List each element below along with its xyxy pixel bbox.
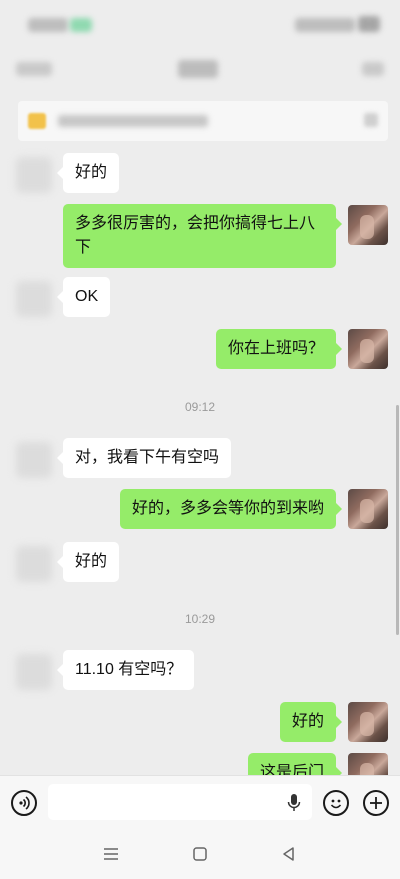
user-avatar[interactable]	[348, 329, 388, 369]
close-icon[interactable]	[364, 113, 378, 127]
message-bubble-incoming[interactable]: OK	[56, 277, 111, 317]
user-avatar[interactable]	[348, 489, 388, 529]
status-bar	[0, 0, 400, 50]
notice-icon	[28, 113, 46, 129]
menu-icon[interactable]	[101, 844, 121, 864]
user-avatar[interactable]	[348, 702, 388, 742]
contact-avatar[interactable]	[16, 654, 52, 690]
contact-avatar[interactable]	[16, 546, 52, 582]
chat-area[interactable]: 好的 多多很厉害的，会把你搞得七上八下 OK 你在上班吗？ 09:12 对，我看…	[0, 145, 400, 775]
chat-header	[0, 50, 400, 90]
timestamp: 10:29	[184, 612, 216, 626]
message-bubble-incoming[interactable]: 好的	[56, 542, 120, 582]
contact-avatar[interactable]	[16, 281, 52, 317]
back-icon[interactable]	[279, 844, 299, 864]
message-input[interactable]	[48, 784, 312, 820]
mic-icon[interactable]	[286, 793, 302, 813]
emoji-icon[interactable]	[323, 790, 349, 816]
message-bubble-incoming[interactable]: 11.10 有空吗？	[56, 650, 195, 690]
status-icons-blurred	[295, 18, 355, 32]
message-bubble-outgoing[interactable]: 好的，多多会等你的到来哟	[119, 489, 343, 529]
user-avatar[interactable]	[348, 205, 388, 245]
message-bubble-incoming[interactable]: 对，我看下午有空吗	[56, 438, 232, 478]
status-time-blurred	[28, 18, 68, 32]
system-navigation-bar	[0, 828, 400, 879]
more-options-button[interactable]	[362, 62, 384, 76]
notice-text-blurred	[58, 115, 208, 127]
contact-avatar[interactable]	[16, 157, 52, 193]
timestamp: 09:12	[184, 400, 216, 414]
message-bubble-outgoing[interactable]: 你在上班吗？	[215, 329, 343, 369]
back-button[interactable]	[16, 62, 52, 76]
notice-banner[interactable]	[18, 101, 388, 141]
battery-icon	[358, 16, 380, 32]
scrollbar[interactable]	[396, 405, 399, 635]
message-bubble-outgoing[interactable]: 多多很厉害的，会把你搞得七上八下	[63, 204, 342, 268]
status-indicator-blurred	[70, 18, 92, 32]
user-avatar[interactable]	[348, 753, 388, 775]
plus-icon[interactable]	[363, 790, 389, 816]
message-bubble-incoming[interactable]: 好的	[56, 153, 120, 193]
voice-icon[interactable]	[11, 790, 37, 816]
contact-avatar[interactable]	[16, 442, 52, 478]
home-icon[interactable]	[190, 844, 210, 864]
chat-title-blurred	[178, 60, 218, 78]
message-bubble-outgoing[interactable]: 好的	[279, 702, 343, 742]
message-bubble-outgoing[interactable]: 这是后门	[247, 753, 343, 775]
input-bar	[0, 775, 400, 828]
